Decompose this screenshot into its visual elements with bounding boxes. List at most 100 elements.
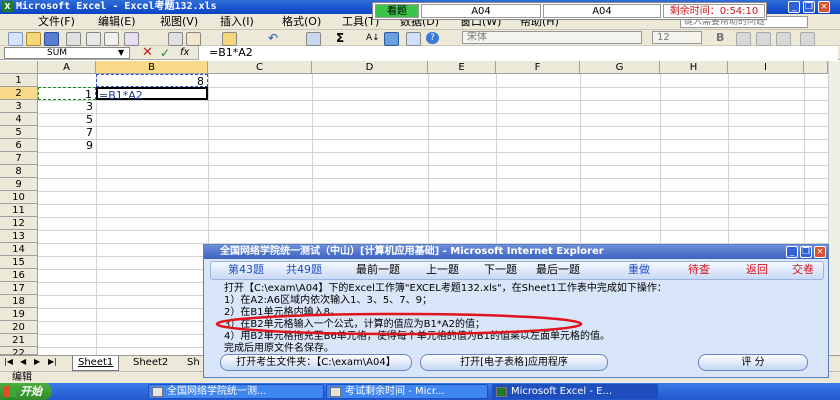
paste-icon[interactable] [222, 32, 237, 46]
minimize-button[interactable]: _ [788, 1, 800, 13]
row-header-16[interactable]: 16 [0, 269, 38, 282]
row-header-21[interactable]: 21 [0, 334, 38, 347]
tab-sheet2[interactable]: Sheet2 [128, 356, 173, 370]
menu-view[interactable]: 视图(V) [160, 14, 198, 30]
chart-wizard-icon[interactable] [384, 32, 399, 46]
menu-edit[interactable]: 编辑(E) [98, 14, 136, 30]
column-header-b[interactable]: B [96, 61, 208, 74]
column-header-g[interactable]: G [580, 61, 660, 74]
close-button[interactable]: × [818, 1, 830, 13]
row-header-15[interactable]: 15 [0, 256, 38, 269]
row-header-12[interactable]: 12 [0, 217, 38, 230]
row-header-8[interactable]: 8 [0, 165, 38, 178]
view-question-button[interactable]: 看题 [375, 4, 419, 18]
column-header-e[interactable]: E [428, 61, 496, 74]
nav-return[interactable]: 返回 [746, 263, 768, 277]
tab-scroll-first-icon[interactable]: |◀ [4, 357, 13, 366]
vertical-scrollbar[interactable] [828, 61, 840, 355]
row-header-6[interactable]: 6 [0, 139, 38, 152]
cell-a4[interactable]: 5 [38, 113, 96, 126]
autosum-icon[interactable]: Σ [336, 32, 349, 44]
row-header-2[interactable]: 2 [0, 87, 38, 100]
cut-icon[interactable] [168, 32, 183, 46]
font-size-select[interactable]: 12 [652, 31, 702, 44]
row-header-13[interactable]: 13 [0, 230, 38, 243]
column-header-h[interactable]: H [660, 61, 728, 74]
task-exam-browser[interactable]: 全国网络学院统一测... [148, 384, 324, 399]
menu-format[interactable]: 格式(O) [282, 14, 321, 30]
nav-last[interactable]: 最后一题 [536, 263, 580, 277]
row-header-9[interactable]: 9 [0, 178, 38, 191]
row-header-18[interactable]: 18 [0, 295, 38, 308]
help-icon[interactable]: ? [426, 32, 439, 44]
open-spreadsheet-app-button[interactable]: 打开[电子表格]应用程序 [420, 354, 608, 371]
open-icon[interactable] [26, 32, 41, 46]
sort-ascending-icon[interactable]: A↓ [366, 32, 380, 44]
font-select[interactable]: 宋体 [462, 31, 642, 44]
print-preview-icon[interactable] [104, 32, 119, 46]
row-header-14[interactable]: 14 [0, 243, 38, 256]
align-left-icon[interactable] [736, 32, 751, 46]
cell-a3[interactable]: 3 [38, 100, 96, 113]
row-header-10[interactable]: 10 [0, 191, 38, 204]
cell-a6[interactable]: 9 [38, 139, 96, 152]
row-header-4[interactable]: 4 [0, 113, 38, 126]
menu-file[interactable]: 文件(F) [38, 14, 75, 30]
row-header-5[interactable]: 5 [0, 126, 38, 139]
nav-flag[interactable]: 待查 [688, 263, 710, 277]
cell-a5[interactable]: 7 [38, 126, 96, 139]
enter-formula-icon[interactable]: ✓ [160, 46, 170, 60]
column-header-j[interactable] [804, 61, 828, 74]
nav-submit[interactable]: 交卷 [792, 263, 814, 277]
new-icon[interactable] [8, 32, 23, 46]
spelling-icon[interactable] [124, 32, 139, 46]
save-icon[interactable] [44, 32, 59, 46]
copy-icon[interactable] [186, 32, 201, 46]
column-header-f[interactable]: F [496, 61, 580, 74]
tab-scroll-last-icon[interactable]: ▶| [48, 357, 57, 366]
formula-input[interactable]: =B1*A2 [198, 46, 838, 60]
menu-insert[interactable]: 插入(I) [220, 14, 254, 30]
tab-scroll-next-icon[interactable]: ▶ [34, 357, 40, 366]
row-header-11[interactable]: 11 [0, 204, 38, 217]
task-timer-browser[interactable]: 考试剩余时间 - Micr... [326, 384, 488, 399]
align-center-icon[interactable] [756, 32, 771, 46]
task-excel[interactable]: Microsoft Excel - E... [492, 384, 658, 399]
row-header-19[interactable]: 19 [0, 308, 38, 321]
tab-sheet1[interactable]: Sheet1 [72, 356, 120, 371]
nav-prev[interactable]: 上一题 [426, 263, 459, 277]
popup-restore-button[interactable]: ❐ [800, 246, 812, 258]
start-button[interactable]: 开始 [0, 383, 52, 400]
row-header-1[interactable]: 1 [0, 74, 38, 87]
permission-icon[interactable] [66, 32, 81, 46]
chevron-down-icon[interactable]: ▼ [118, 46, 124, 60]
column-header-c[interactable]: C [208, 61, 312, 74]
insert-function-icon[interactable]: fx [180, 46, 189, 60]
merge-center-icon[interactable] [800, 32, 815, 46]
row-header-20[interactable]: 20 [0, 321, 38, 334]
nav-redo[interactable]: 重做 [628, 263, 650, 277]
bold-icon[interactable]: B [716, 31, 724, 44]
cell-b1[interactable]: 8 [96, 74, 208, 88]
drawing-icon[interactable] [406, 32, 421, 46]
grade-button[interactable]: 评 分 [698, 354, 808, 371]
tab-sheet3[interactable]: Sh [182, 356, 205, 370]
column-header-i[interactable]: I [728, 61, 804, 74]
row-header-17[interactable]: 17 [0, 282, 38, 295]
cancel-formula-icon[interactable]: ✕ [142, 46, 153, 60]
nav-first[interactable]: 最前一题 [356, 263, 400, 277]
align-right-icon[interactable] [776, 32, 791, 46]
row-header-3[interactable]: 3 [0, 100, 38, 113]
name-box[interactable]: SUM [4, 47, 130, 59]
column-header-a[interactable]: A [38, 61, 96, 74]
hyperlink-icon[interactable] [306, 32, 321, 46]
open-student-folder-button[interactable]: 打开考生文件夹：【C:\exam\A04】 [220, 354, 412, 371]
popup-minimize-button[interactable]: _ [786, 246, 798, 258]
undo-icon[interactable]: ↶ [268, 32, 281, 44]
cell-b2-active[interactable]: =B1*A2 [96, 87, 208, 102]
print-icon[interactable] [86, 32, 101, 46]
nav-next[interactable]: 下一题 [484, 263, 517, 277]
column-header-d[interactable]: D [312, 61, 428, 74]
select-all-corner[interactable] [0, 61, 38, 74]
tab-scroll-prev-icon[interactable]: ◀ [20, 357, 26, 366]
